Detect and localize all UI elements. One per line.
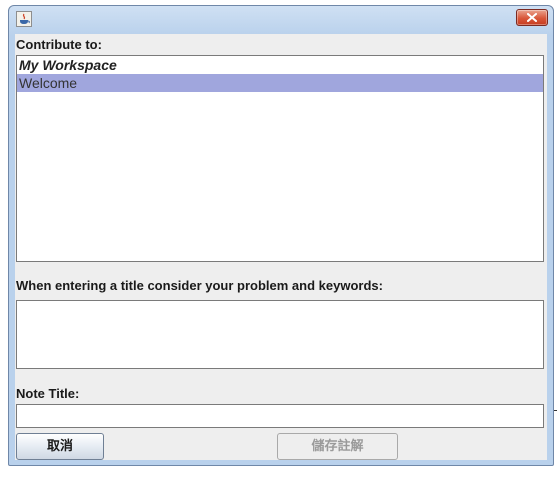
contribute-label: Contribute to: <box>16 37 102 52</box>
list-item-welcome[interactable]: Welcome <box>17 74 543 92</box>
title-bar[interactable] <box>9 6 553 29</box>
save-note-button[interactable]: 儲存註解 <box>277 433 398 460</box>
dialog-window: Contribute to: My Workspace Welcome When… <box>8 5 554 466</box>
title-hint-label: When entering a title consider your prob… <box>16 278 383 293</box>
resize-grip-mark <box>554 410 557 411</box>
contribute-list[interactable]: My Workspace Welcome <box>16 55 544 262</box>
note-title-input[interactable] <box>16 404 544 428</box>
note-title-label: Note Title: <box>16 386 80 401</box>
close-x-icon <box>527 13 537 22</box>
description-textarea[interactable] <box>16 300 544 369</box>
java-cup-icon <box>16 11 32 27</box>
list-item-my-workspace[interactable]: My Workspace <box>17 56 543 74</box>
close-button[interactable] <box>516 9 548 26</box>
cancel-button[interactable]: 取消 <box>16 433 104 460</box>
dialog-content: Contribute to: My Workspace Welcome When… <box>15 34 547 460</box>
